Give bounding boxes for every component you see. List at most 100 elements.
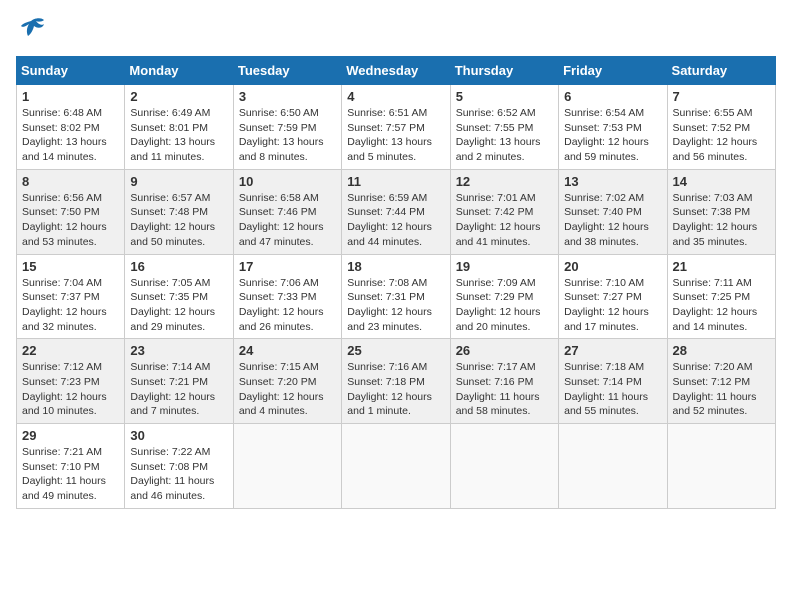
day-info: Sunrise: 7:22 AMSunset: 7:08 PMDaylight:… (130, 446, 214, 502)
day-number: 11 (347, 174, 444, 189)
day-number: 19 (456, 259, 553, 274)
calendar-cell: 12 Sunrise: 7:01 AMSunset: 7:42 PMDaylig… (450, 169, 558, 254)
day-number: 17 (239, 259, 336, 274)
day-number: 14 (673, 174, 770, 189)
day-info: Sunrise: 6:56 AMSunset: 7:50 PMDaylight:… (22, 192, 107, 248)
day-number: 8 (22, 174, 119, 189)
day-info: Sunrise: 7:02 AMSunset: 7:40 PMDaylight:… (564, 192, 649, 248)
calendar-cell: 16 Sunrise: 7:05 AMSunset: 7:35 PMDaylig… (125, 254, 233, 339)
day-number: 4 (347, 89, 444, 104)
calendar-week-4: 22 Sunrise: 7:12 AMSunset: 7:23 PMDaylig… (17, 339, 776, 424)
day-number: 24 (239, 343, 336, 358)
day-info: Sunrise: 6:57 AMSunset: 7:48 PMDaylight:… (130, 192, 215, 248)
day-number: 27 (564, 343, 661, 358)
calendar-cell: 18 Sunrise: 7:08 AMSunset: 7:31 PMDaylig… (342, 254, 450, 339)
calendar-week-2: 8 Sunrise: 6:56 AMSunset: 7:50 PMDayligh… (17, 169, 776, 254)
calendar-table: SundayMondayTuesdayWednesdayThursdayFrid… (16, 56, 776, 509)
day-info: Sunrise: 7:09 AMSunset: 7:29 PMDaylight:… (456, 277, 541, 333)
day-number: 16 (130, 259, 227, 274)
calendar-cell: 22 Sunrise: 7:12 AMSunset: 7:23 PMDaylig… (17, 339, 125, 424)
day-info: Sunrise: 7:17 AMSunset: 7:16 PMDaylight:… (456, 361, 540, 417)
calendar-cell: 19 Sunrise: 7:09 AMSunset: 7:29 PMDaylig… (450, 254, 558, 339)
day-number: 6 (564, 89, 661, 104)
day-info: Sunrise: 6:59 AMSunset: 7:44 PMDaylight:… (347, 192, 432, 248)
page-header (16, 16, 776, 44)
day-number: 15 (22, 259, 119, 274)
calendar-cell: 23 Sunrise: 7:14 AMSunset: 7:21 PMDaylig… (125, 339, 233, 424)
day-number: 2 (130, 89, 227, 104)
calendar-cell: 28 Sunrise: 7:20 AMSunset: 7:12 PMDaylig… (667, 339, 775, 424)
day-number: 20 (564, 259, 661, 274)
calendar-cell: 3 Sunrise: 6:50 AMSunset: 7:59 PMDayligh… (233, 85, 341, 170)
day-number: 30 (130, 428, 227, 443)
day-info: Sunrise: 7:08 AMSunset: 7:31 PMDaylight:… (347, 277, 432, 333)
calendar-cell: 17 Sunrise: 7:06 AMSunset: 7:33 PMDaylig… (233, 254, 341, 339)
day-number: 3 (239, 89, 336, 104)
day-info: Sunrise: 7:05 AMSunset: 7:35 PMDaylight:… (130, 277, 215, 333)
day-info: Sunrise: 6:54 AMSunset: 7:53 PMDaylight:… (564, 107, 649, 163)
day-info: Sunrise: 7:18 AMSunset: 7:14 PMDaylight:… (564, 361, 648, 417)
calendar-week-1: 1 Sunrise: 6:48 AMSunset: 8:02 PMDayligh… (17, 85, 776, 170)
day-info: Sunrise: 6:58 AMSunset: 7:46 PMDaylight:… (239, 192, 324, 248)
day-number: 26 (456, 343, 553, 358)
day-number: 29 (22, 428, 119, 443)
day-info: Sunrise: 7:21 AMSunset: 7:10 PMDaylight:… (22, 446, 106, 502)
day-info: Sunrise: 7:15 AMSunset: 7:20 PMDaylight:… (239, 361, 324, 417)
calendar-cell: 2 Sunrise: 6:49 AMSunset: 8:01 PMDayligh… (125, 85, 233, 170)
day-info: Sunrise: 7:01 AMSunset: 7:42 PMDaylight:… (456, 192, 541, 248)
calendar-week-3: 15 Sunrise: 7:04 AMSunset: 7:37 PMDaylig… (17, 254, 776, 339)
day-number: 22 (22, 343, 119, 358)
day-header-friday: Friday (559, 57, 667, 85)
calendar-cell: 13 Sunrise: 7:02 AMSunset: 7:40 PMDaylig… (559, 169, 667, 254)
calendar-cell: 5 Sunrise: 6:52 AMSunset: 7:55 PMDayligh… (450, 85, 558, 170)
day-number: 18 (347, 259, 444, 274)
calendar-cell: 24 Sunrise: 7:15 AMSunset: 7:20 PMDaylig… (233, 339, 341, 424)
day-info: Sunrise: 7:03 AMSunset: 7:38 PMDaylight:… (673, 192, 758, 248)
day-header-thursday: Thursday (450, 57, 558, 85)
day-number: 5 (456, 89, 553, 104)
calendar-cell: 30 Sunrise: 7:22 AMSunset: 7:08 PMDaylig… (125, 424, 233, 509)
logo-icon (16, 16, 46, 44)
day-info: Sunrise: 7:11 AMSunset: 7:25 PMDaylight:… (673, 277, 758, 333)
day-header-sunday: Sunday (17, 57, 125, 85)
day-number: 9 (130, 174, 227, 189)
day-info: Sunrise: 6:49 AMSunset: 8:01 PMDaylight:… (130, 107, 215, 163)
day-header-saturday: Saturday (667, 57, 775, 85)
calendar-cell (667, 424, 775, 509)
day-info: Sunrise: 6:52 AMSunset: 7:55 PMDaylight:… (456, 107, 541, 163)
calendar-header-row: SundayMondayTuesdayWednesdayThursdayFrid… (17, 57, 776, 85)
day-info: Sunrise: 7:14 AMSunset: 7:21 PMDaylight:… (130, 361, 215, 417)
calendar-cell: 21 Sunrise: 7:11 AMSunset: 7:25 PMDaylig… (667, 254, 775, 339)
day-info: Sunrise: 6:51 AMSunset: 7:57 PMDaylight:… (347, 107, 432, 163)
day-number: 1 (22, 89, 119, 104)
day-header-monday: Monday (125, 57, 233, 85)
calendar-cell: 1 Sunrise: 6:48 AMSunset: 8:02 PMDayligh… (17, 85, 125, 170)
day-info: Sunrise: 6:48 AMSunset: 8:02 PMDaylight:… (22, 107, 107, 163)
day-number: 23 (130, 343, 227, 358)
day-info: Sunrise: 7:04 AMSunset: 7:37 PMDaylight:… (22, 277, 107, 333)
calendar-cell: 27 Sunrise: 7:18 AMSunset: 7:14 PMDaylig… (559, 339, 667, 424)
calendar-cell: 7 Sunrise: 6:55 AMSunset: 7:52 PMDayligh… (667, 85, 775, 170)
calendar-cell (450, 424, 558, 509)
day-number: 12 (456, 174, 553, 189)
calendar-cell: 10 Sunrise: 6:58 AMSunset: 7:46 PMDaylig… (233, 169, 341, 254)
day-info: Sunrise: 7:20 AMSunset: 7:12 PMDaylight:… (673, 361, 757, 417)
calendar-cell: 20 Sunrise: 7:10 AMSunset: 7:27 PMDaylig… (559, 254, 667, 339)
calendar-cell (233, 424, 341, 509)
day-info: Sunrise: 7:10 AMSunset: 7:27 PMDaylight:… (564, 277, 649, 333)
day-info: Sunrise: 6:50 AMSunset: 7:59 PMDaylight:… (239, 107, 324, 163)
day-info: Sunrise: 7:16 AMSunset: 7:18 PMDaylight:… (347, 361, 432, 417)
calendar-cell (559, 424, 667, 509)
day-number: 10 (239, 174, 336, 189)
calendar-cell: 29 Sunrise: 7:21 AMSunset: 7:10 PMDaylig… (17, 424, 125, 509)
day-number: 28 (673, 343, 770, 358)
calendar-cell: 8 Sunrise: 6:56 AMSunset: 7:50 PMDayligh… (17, 169, 125, 254)
day-number: 7 (673, 89, 770, 104)
calendar-cell: 26 Sunrise: 7:17 AMSunset: 7:16 PMDaylig… (450, 339, 558, 424)
day-header-tuesday: Tuesday (233, 57, 341, 85)
calendar-cell: 4 Sunrise: 6:51 AMSunset: 7:57 PMDayligh… (342, 85, 450, 170)
day-number: 13 (564, 174, 661, 189)
day-number: 21 (673, 259, 770, 274)
calendar-cell: 6 Sunrise: 6:54 AMSunset: 7:53 PMDayligh… (559, 85, 667, 170)
calendar-cell: 25 Sunrise: 7:16 AMSunset: 7:18 PMDaylig… (342, 339, 450, 424)
